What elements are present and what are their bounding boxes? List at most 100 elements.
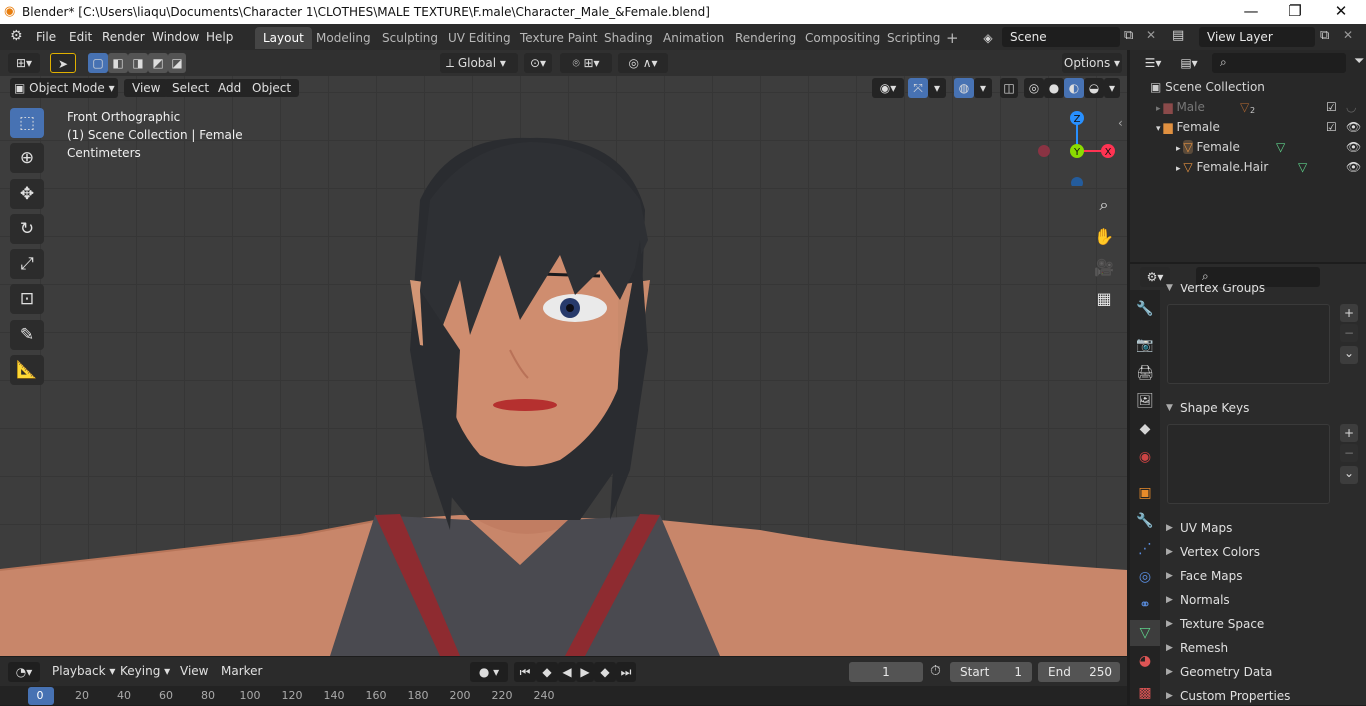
move-tool-icon[interactable]: ✥ — [10, 179, 44, 209]
remove-view-layer-icon[interactable]: ✕ — [1343, 28, 1353, 42]
3d-viewport[interactable]: ⊞▾ ➤ ▢ ◧ ◨ ◩ ◪ ⟂ Global ▾ ⊙▾ ⌾ ⊞▾ ◎ ∧▾ O… — [0, 50, 1127, 656]
outliner-item-female-mesh[interactable]: ▸ ▽ Female ▽ 👁 — [1176, 137, 1366, 157]
tool-tab-icon[interactable]: 🔧 — [1130, 296, 1160, 322]
select-box-tool-icon[interactable]: ⬚ — [10, 108, 44, 138]
jump-end-icon[interactable]: ⏭ — [616, 662, 636, 682]
perspective-toggle-icon[interactable]: ▦ — [1090, 284, 1118, 312]
display-mode-icon[interactable]: ▤▾ — [1174, 53, 1204, 73]
remove-vertex-group-button[interactable]: − — [1340, 324, 1358, 342]
panel-uv-maps[interactable]: ▶ UV Maps — [1160, 516, 1366, 540]
exclude-checkbox[interactable]: ☑ — [1326, 117, 1337, 137]
panel-normals[interactable]: ▶ Normals — [1160, 588, 1366, 612]
viewport-menu-view[interactable]: View — [124, 79, 169, 97]
panel-texture-space[interactable]: ▶ Texture Space — [1160, 612, 1366, 636]
tab-shading[interactable]: Shading — [596, 27, 661, 49]
scene-selector-icon[interactable]: ◈ — [975, 28, 1001, 48]
next-keyframe-icon[interactable]: ◆ — [594, 662, 616, 682]
tab-layout[interactable]: Layout — [255, 27, 312, 49]
output-tab-icon[interactable]: 🖨 — [1130, 360, 1160, 386]
start-frame-field[interactable]: Start 1 — [950, 662, 1032, 682]
viewport-menu-object[interactable]: Object — [244, 79, 300, 97]
maximize-button[interactable]: ❐ — [1272, 0, 1318, 24]
tab-compositing[interactable]: Compositing — [797, 27, 888, 49]
pan-hand-icon[interactable]: ✋ — [1090, 222, 1118, 250]
transform-tool-icon[interactable]: ⊡ — [10, 284, 44, 314]
proportional-edit-icon[interactable]: ◎ ∧▾ — [618, 53, 668, 73]
panel-shape-keys[interactable]: ▼ Shape Keys — [1160, 396, 1366, 420]
scene-tab-icon[interactable]: ◆ — [1130, 416, 1160, 442]
camera-view-icon[interactable]: 🎥 — [1090, 253, 1118, 281]
outliner-item-female-hair[interactable]: ▸ ▽ Female.Hair ▽ 👁 — [1176, 157, 1366, 177]
rotate-tool-icon[interactable]: ↻ — [10, 214, 44, 244]
world-tab-icon[interactable]: ◉ — [1130, 444, 1160, 470]
outliner-item-female[interactable]: ▾ ▆ Female ☑ 👁 — [1156, 117, 1366, 137]
timeline-menu-view[interactable]: View — [172, 662, 216, 680]
mode-subtract-icon[interactable]: ◨ — [128, 53, 148, 73]
solid-shading-icon[interactable]: ● — [1044, 78, 1064, 98]
new-scene-icon[interactable]: ⧉ — [1124, 28, 1133, 43]
add-vertex-group-button[interactable]: + — [1340, 304, 1358, 322]
new-view-layer-icon[interactable]: ⧉ — [1320, 28, 1329, 43]
shading-dropdown-icon[interactable]: ▾ — [1104, 78, 1120, 98]
exclude-checkbox[interactable]: ☑ — [1326, 97, 1337, 117]
mode-intersect-icon[interactable]: ◪ — [168, 53, 186, 73]
shape-keys-list[interactable] — [1167, 424, 1330, 504]
wireframe-shading-icon[interactable]: ◎ — [1024, 78, 1044, 98]
tab-animation[interactable]: Animation — [655, 27, 732, 49]
timeline-menu-keying[interactable]: Keying ▾ — [112, 662, 178, 680]
panel-vertex-colors[interactable]: ▶ Vertex Colors — [1160, 540, 1366, 564]
minimize-button[interactable]: — — [1228, 0, 1274, 24]
material-tab-icon[interactable]: ◕ — [1130, 648, 1160, 674]
texture-tab-icon[interactable]: ▩ — [1130, 680, 1160, 706]
vertex-groups-list[interactable] — [1167, 304, 1330, 384]
outliner-item-male[interactable]: ▸ ▆ Male ▽ 2 ☑ ◡ — [1156, 97, 1366, 117]
object-tab-icon[interactable]: ▣ — [1130, 480, 1160, 506]
mode-new-icon[interactable]: ▢ — [88, 53, 108, 73]
view-layer-tab-icon[interactable]: 🖼 — [1130, 388, 1160, 414]
visibility-icon[interactable]: ◉▾ — [872, 78, 904, 98]
blender-menu-icon[interactable]: ⚙ — [10, 28, 23, 44]
editor-type-icon[interactable]: ⊞▾ — [8, 53, 40, 73]
tab-sculpting[interactable]: Sculpting — [374, 27, 446, 49]
tab-texture-paint[interactable]: Texture Paint — [512, 27, 605, 49]
preview-range-icon[interactable]: ⏱ — [930, 663, 941, 679]
tab-modeling[interactable]: Modeling — [308, 27, 379, 49]
panel-vertex-groups[interactable]: ▼ Vertex Groups — [1160, 284, 1366, 300]
overlay-toggle-icon[interactable]: ◍ — [954, 78, 974, 98]
eye-icon[interactable]: ◡ — [1346, 97, 1356, 117]
gizmo-toggle-icon[interactable]: ⤧ — [908, 78, 928, 98]
annotate-tool-icon[interactable]: ✎ — [10, 320, 44, 350]
gizmo-dropdown-icon[interactable]: ▾ — [928, 78, 946, 98]
snap-icon[interactable]: ⌾ ⊞▾ — [560, 53, 612, 73]
particles-tab-icon[interactable]: ⋰ — [1130, 536, 1160, 562]
tab-uv-editing[interactable]: UV Editing — [440, 27, 519, 49]
data-tab-icon[interactable]: ▽ — [1130, 620, 1160, 646]
timeline-editor-type-icon[interactable]: ◔▾ — [8, 662, 40, 682]
eye-icon[interactable]: 👁 — [1346, 157, 1361, 177]
measure-tool-icon[interactable]: 📐 — [10, 355, 44, 385]
panel-face-maps[interactable]: ▶ Face Maps — [1160, 564, 1366, 588]
scale-tool-icon[interactable]: ⤢ — [10, 249, 44, 279]
auto-keying-icon[interactable]: ● ▾ — [470, 662, 508, 682]
shape-key-specials-button[interactable]: ⌄ — [1340, 466, 1358, 484]
outliner-search-input[interactable] — [1212, 53, 1346, 73]
end-frame-field[interactable]: End 250 — [1038, 662, 1120, 682]
panel-geometry-data[interactable]: ▶ Geometry Data — [1160, 660, 1366, 684]
material-shading-icon[interactable]: ◐ — [1064, 78, 1084, 98]
add-workspace-button[interactable]: + — [938, 27, 967, 49]
mode-dropdown[interactable]: ▣ Object Mode ▾ — [10, 78, 118, 98]
play-reverse-icon[interactable]: ◀ — [558, 662, 576, 682]
eye-icon[interactable]: 👁 — [1346, 137, 1361, 157]
scene-field[interactable]: Scene — [1002, 27, 1120, 47]
timeline-menu-marker[interactable]: Marker — [213, 662, 270, 680]
jump-start-icon[interactable]: ⏮ — [514, 662, 536, 682]
options-dropdown[interactable]: Options ▾ — [1062, 53, 1122, 73]
physics-tab-icon[interactable]: ◎ — [1130, 564, 1160, 590]
filter-icon[interactable]: ⏷ — [1354, 54, 1364, 69]
tab-rendering[interactable]: Rendering — [727, 27, 804, 49]
view-layer-icon[interactable]: ▤ — [1172, 28, 1184, 43]
eye-icon[interactable]: 👁 — [1346, 117, 1361, 137]
xray-toggle-icon[interactable]: ◫ — [1000, 78, 1018, 98]
mode-invert-icon[interactable]: ◩ — [148, 53, 168, 73]
remove-shape-key-button[interactable]: − — [1340, 444, 1358, 462]
